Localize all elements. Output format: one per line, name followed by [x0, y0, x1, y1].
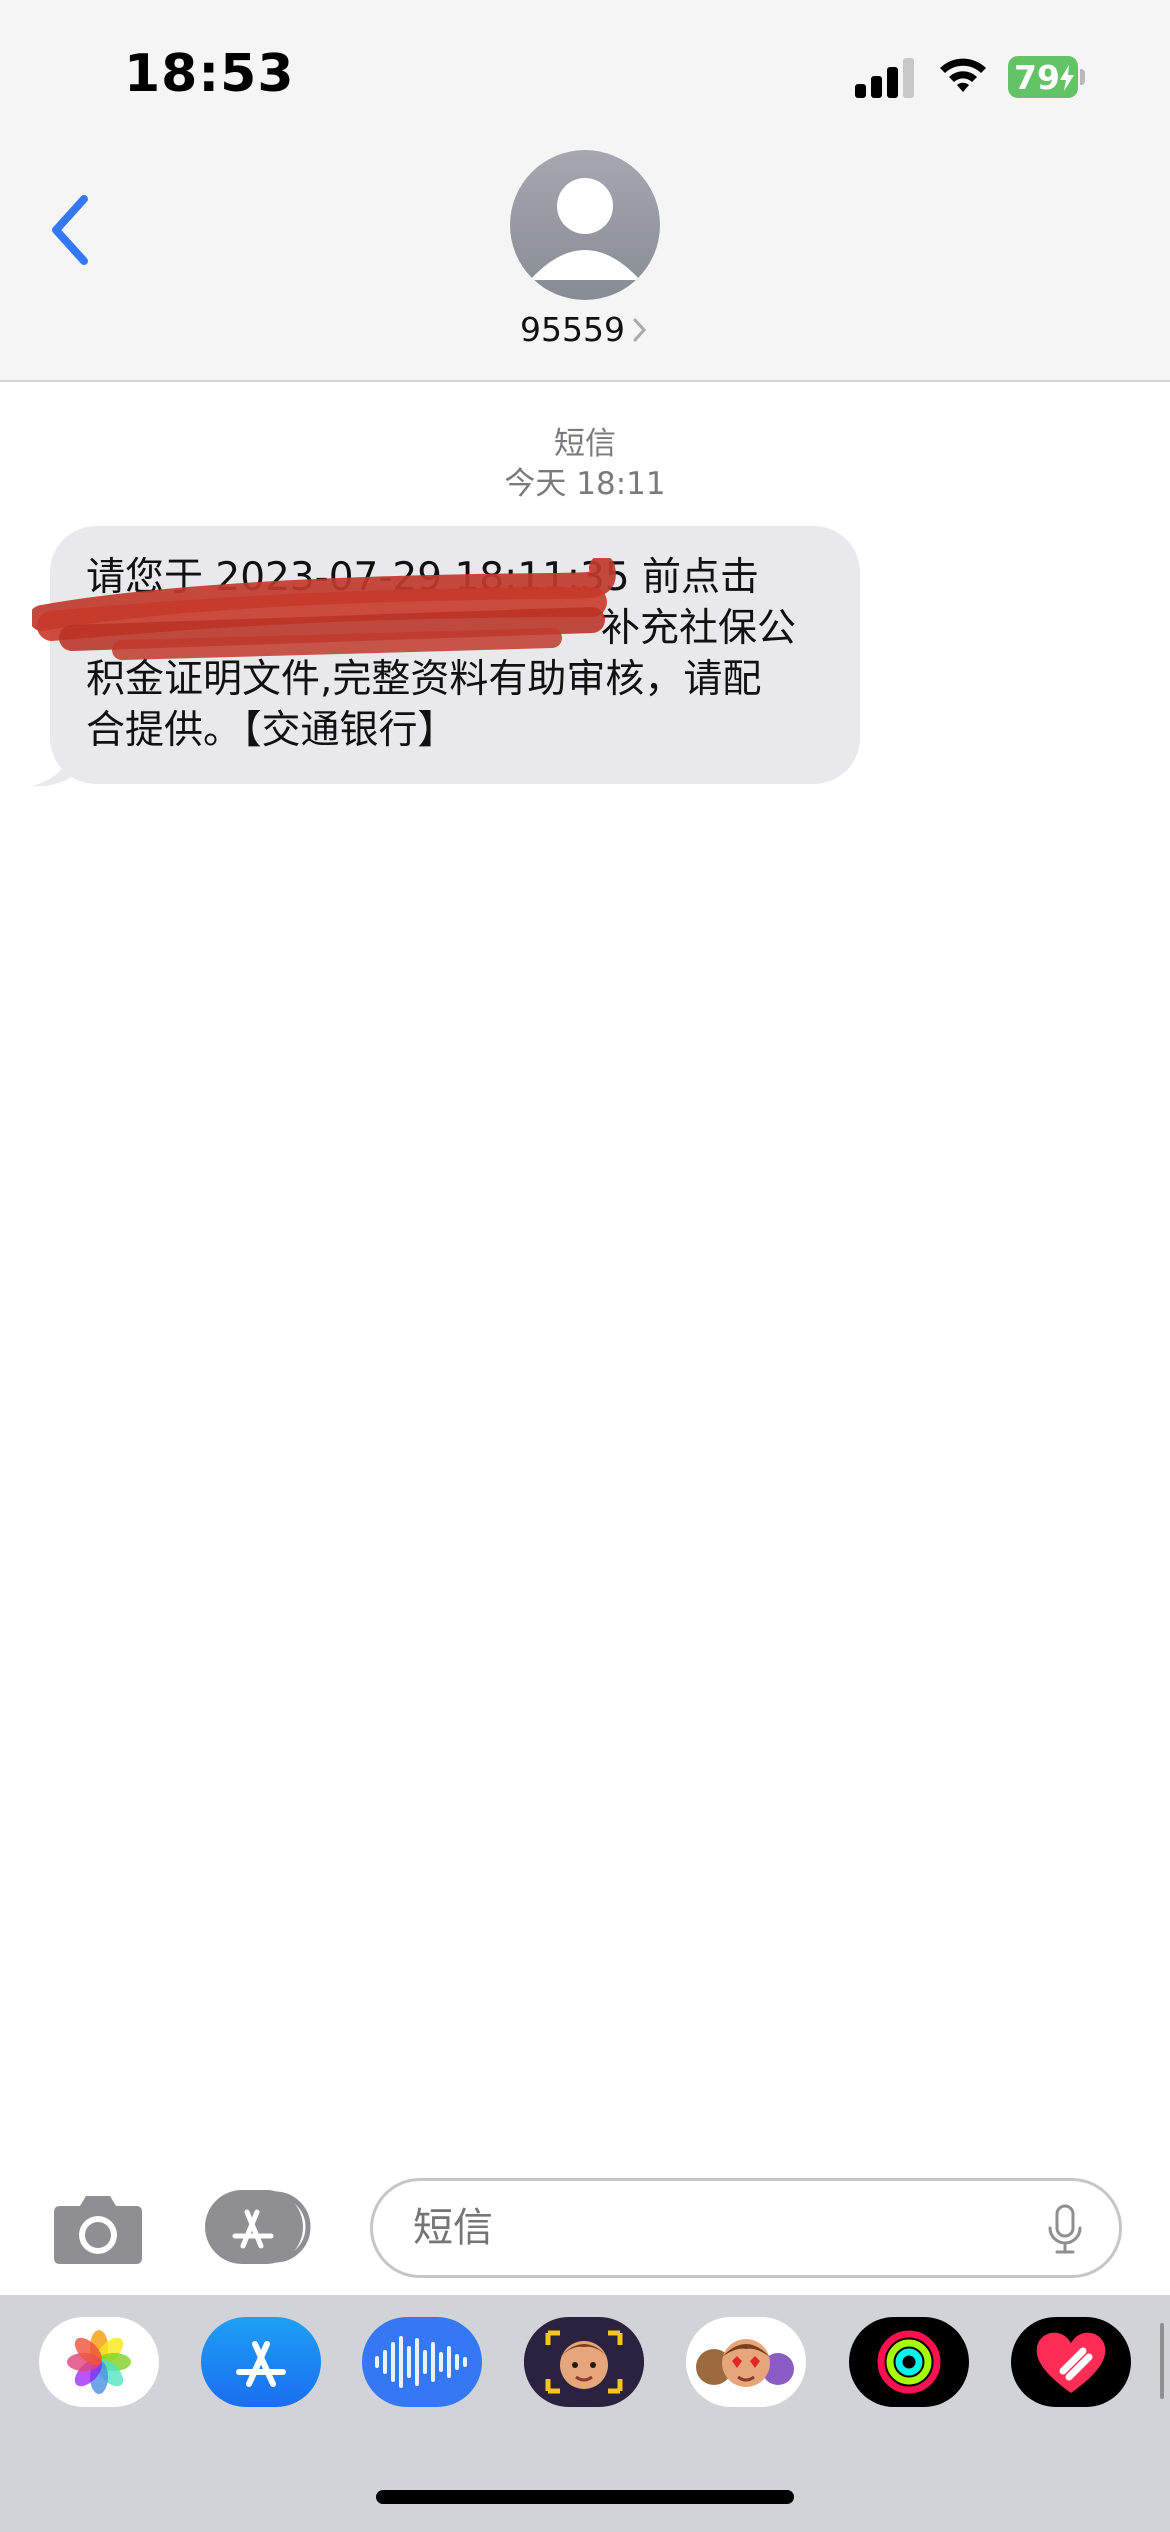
memoji-app-icon[interactable] — [524, 2317, 644, 2407]
camera-icon[interactable] — [52, 2190, 144, 2266]
photos-app-icon[interactable] — [39, 2317, 159, 2407]
message-input[interactable] — [370, 2178, 1122, 2278]
scroll-edge — [1160, 2323, 1164, 2399]
activity-app-icon[interactable] — [849, 2317, 969, 2407]
wifi-icon — [940, 58, 986, 92]
contact-name[interactable]: 95559 — [520, 310, 625, 349]
message-composer — [0, 2150, 1170, 2290]
microphone-icon[interactable] — [1047, 2204, 1083, 2256]
message-line: 合提供。【交通银行】 — [86, 708, 457, 753]
cellular-signal-icon — [855, 56, 917, 98]
home-indicator[interactable] — [376, 2490, 794, 2504]
battery-icon: 79 — [1008, 56, 1086, 98]
redaction-scribble — [32, 558, 616, 660]
message-timestamp: 今天 18:11 — [504, 466, 666, 502]
chevron-right-icon[interactable] — [632, 316, 648, 344]
battery-percent: 79 — [1014, 58, 1060, 97]
status-time: 18:53 — [124, 44, 295, 104]
app-store-icon[interactable] — [205, 2190, 320, 2264]
memoji-stickers-app-icon[interactable] — [686, 2317, 806, 2407]
contact-avatar[interactable] — [510, 150, 660, 300]
service-label: 短信 — [554, 426, 616, 462]
charging-bolt-icon — [1060, 65, 1074, 91]
conversation-header: 95559 — [0, 140, 1170, 382]
app-store-app-icon[interactable] — [201, 2317, 321, 2407]
back-button[interactable] — [40, 185, 100, 275]
person-icon — [530, 178, 640, 280]
digital-touch-app-icon[interactable] — [1011, 2317, 1131, 2407]
audio-message-app-icon[interactable] — [362, 2317, 482, 2407]
status-bar: 18:53 79 — [0, 0, 1170, 140]
